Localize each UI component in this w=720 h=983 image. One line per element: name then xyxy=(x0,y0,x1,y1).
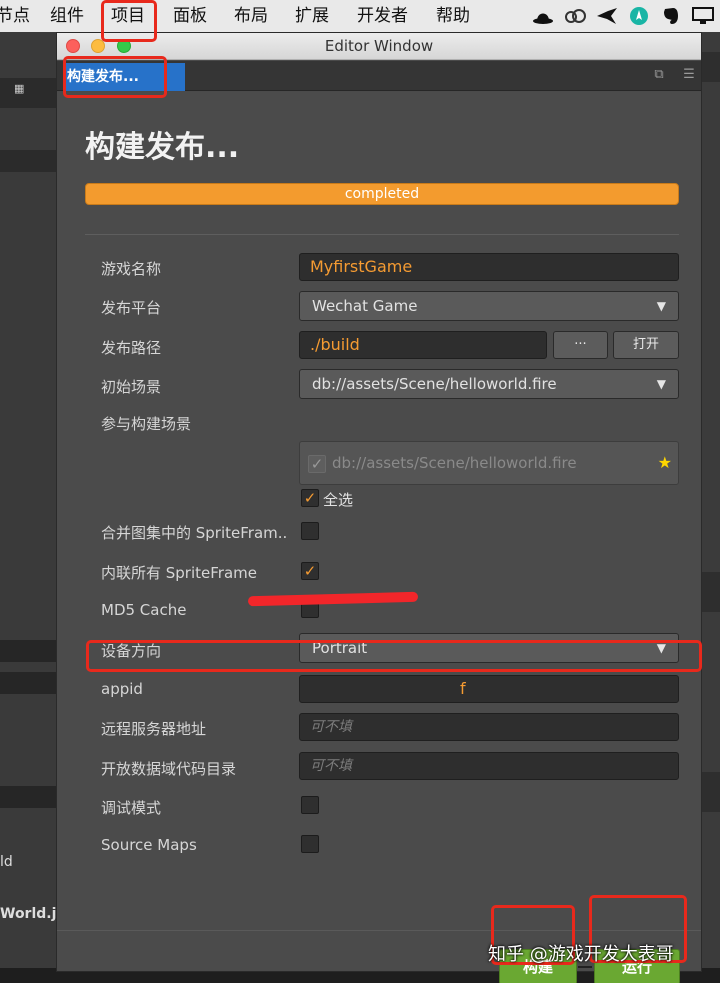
popout-icon[interactable]: ⧉ xyxy=(651,67,667,83)
debug-label: 调试模式 xyxy=(101,799,162,817)
menu-icon[interactable]: ☰ xyxy=(681,67,697,83)
sourcemaps-label: Source Maps xyxy=(101,836,197,854)
platform-label: 发布平台 xyxy=(101,299,162,317)
watermark: 知乎 @游戏开发大表哥 xyxy=(488,944,674,965)
background-text-ld: ld xyxy=(0,854,13,870)
open-data-input[interactable]: 可不填 xyxy=(299,752,679,780)
dropdown-arrow-icon: ▼ xyxy=(656,377,666,391)
open-data-label: 开放数据域代码目录 xyxy=(101,760,237,778)
debug-checkbox[interactable] xyxy=(301,796,319,814)
inline-sprite-label: 内联所有 SpriteFrame xyxy=(101,564,257,582)
start-scene-value: db://assets/Scene/helloworld.fire xyxy=(312,375,557,393)
remote-server-label: 远程服务器地址 xyxy=(101,720,207,738)
menu-layout[interactable]: 布局 xyxy=(234,3,268,29)
merge-sprite-label: 合并图集中的 SpriteFram.. xyxy=(101,524,288,542)
bowler-hat-icon[interactable] xyxy=(532,5,554,27)
scene-item: db://assets/Scene/helloworld.fire xyxy=(332,454,577,472)
highlight-tab xyxy=(63,56,167,98)
background-left-panel: ▦ ld World.js xyxy=(0,32,65,983)
menu-component[interactable]: 组件 xyxy=(50,3,84,29)
display-icon[interactable] xyxy=(692,5,714,27)
location-icon[interactable] xyxy=(628,5,650,27)
scene-checkbox: ✓ xyxy=(308,455,326,473)
build-scenes-list: ✓ db://assets/Scene/helloworld.fire ★ xyxy=(299,441,679,485)
build-path-input[interactable]: ./build xyxy=(299,331,547,359)
build-path-label: 发布路径 xyxy=(101,339,162,357)
highlight-menu-project xyxy=(101,0,157,42)
merge-sprite-checkbox[interactable] xyxy=(301,522,319,540)
divider xyxy=(85,234,679,235)
build-progress-bar: completed xyxy=(85,183,679,205)
build-panel: 构建发布... completed 游戏名称 MyfirstGame 发布平台 … xyxy=(57,92,701,983)
menu-tray xyxy=(532,0,720,32)
page-title: 构建发布... xyxy=(85,130,240,165)
bird-icon[interactable] xyxy=(596,5,618,27)
game-name-label: 游戏名称 xyxy=(101,260,162,278)
browse-path-button[interactable]: ··· xyxy=(553,331,608,359)
menu-extension[interactable]: 扩展 xyxy=(295,3,329,29)
remote-server-input[interactable]: 可不填 xyxy=(299,713,679,741)
appid-input[interactable]: f xyxy=(299,675,679,703)
appid-label: appid xyxy=(101,680,143,698)
menu-node[interactable]: 节点 xyxy=(0,3,30,29)
open-path-button[interactable]: 打开 xyxy=(613,331,679,359)
menu-developer[interactable]: 开发者 xyxy=(357,3,408,29)
game-name-input[interactable]: MyfirstGame xyxy=(299,253,679,281)
menu-help[interactable]: 帮助 xyxy=(436,3,470,29)
select-all-label: 全选 xyxy=(323,491,354,509)
sourcemaps-checkbox[interactable] xyxy=(301,835,319,853)
button-connector xyxy=(578,966,592,968)
creative-cloud-icon[interactable] xyxy=(564,5,586,27)
menu-panel[interactable]: 面板 xyxy=(173,3,207,29)
inline-sprite-checkbox[interactable]: ✓ xyxy=(301,562,319,580)
editor-window: Editor Window 构建发布... ⧉ ☰ 构建发布... comple… xyxy=(56,32,702,983)
ide-icon: ▦ xyxy=(14,82,25,95)
star-icon: ★ xyxy=(657,453,672,472)
select-all-checkbox[interactable]: ✓ xyxy=(301,489,319,507)
highlight-appid xyxy=(86,640,702,672)
start-scene-select[interactable]: db://assets/Scene/helloworld.fire ▼ xyxy=(299,369,679,399)
md5-label: MD5 Cache xyxy=(101,601,187,619)
start-scene-label: 初始场景 xyxy=(101,378,162,396)
evernote-icon[interactable] xyxy=(660,5,682,27)
dropdown-arrow-icon: ▼ xyxy=(656,299,666,313)
platform-select-value: Wechat Game xyxy=(312,297,418,315)
platform-select[interactable]: Wechat Game ▼ xyxy=(299,291,679,321)
build-scenes-label: 参与构建场景 xyxy=(101,415,192,433)
